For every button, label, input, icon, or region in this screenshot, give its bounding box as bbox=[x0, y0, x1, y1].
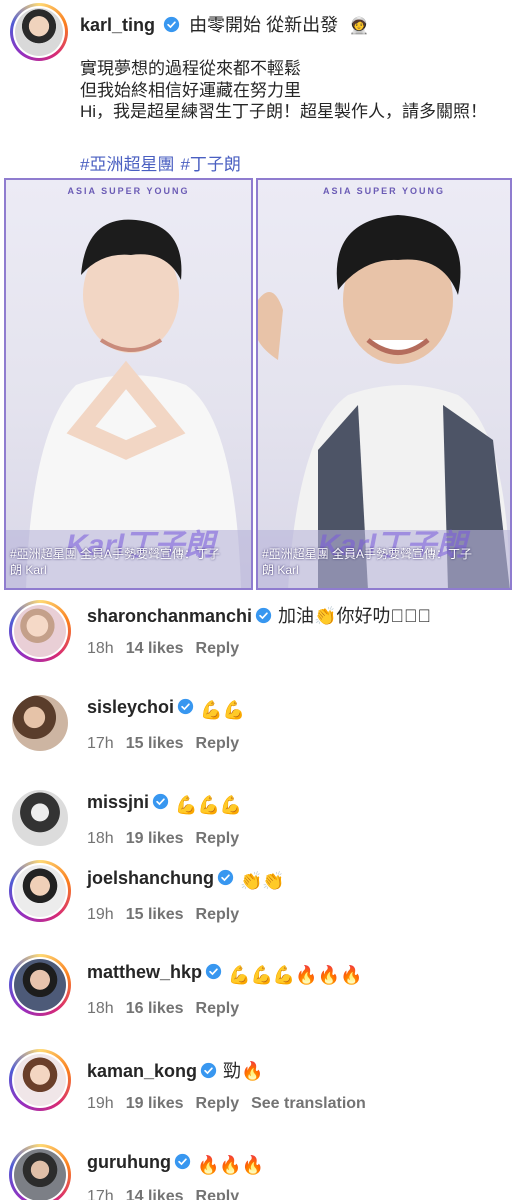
commenter-avatar[interactable] bbox=[12, 790, 68, 846]
reply-button[interactable]: Reply bbox=[196, 1095, 240, 1112]
post-headline: 由零開始 從新出發 bbox=[189, 15, 339, 35]
reply-button[interactable]: Reply bbox=[196, 1000, 240, 1017]
reply-button[interactable]: Reply bbox=[196, 906, 240, 923]
comment-likes[interactable]: 19 likes bbox=[126, 830, 184, 847]
post-caption: 實現夢想的過程從來都不輕鬆 但我始終相信好運藏在努力里 Hi，我是超星練習生丁子… bbox=[80, 58, 487, 123]
caption-line: 實現夢想的過程從來都不輕鬆 bbox=[80, 59, 301, 78]
commenter-username[interactable]: sharonchanmanchi bbox=[87, 606, 252, 626]
poster-caption-line: #亞洲超星團 全員A手勢要聲宣傳：丁子 bbox=[10, 547, 221, 561]
comment-item: matthew_hkp 💪💪💪🔥🔥🔥 18h 16 likes Reply bbox=[0, 954, 514, 1052]
comment-time: 18h bbox=[87, 1000, 114, 1017]
comment-emoji: 💪💪💪🔥🔥🔥 bbox=[228, 965, 363, 985]
comment-text: 勁🔥 bbox=[223, 1061, 264, 1081]
comment-likes[interactable]: 19 likes bbox=[126, 1095, 184, 1112]
comment-time: 18h bbox=[87, 830, 114, 847]
verified-badge-icon bbox=[177, 698, 194, 715]
comment-item: sisleychoi 💪💪 17h 15 likes Reply bbox=[0, 695, 514, 787]
comment-time: 19h bbox=[87, 1095, 114, 1112]
post-image-gallery: ASIA SUPER YOUNG Karl丁子朗 #亞洲超星團 全員A手勢要聲宣… bbox=[0, 178, 514, 590]
comment-emoji: 🔥🔥🔥 bbox=[196, 1155, 265, 1175]
poster-caption-line: 朗 Karl bbox=[10, 563, 47, 577]
commenter-username[interactable]: kaman_kong bbox=[87, 1061, 197, 1081]
post-author-username[interactable]: karl_ting bbox=[80, 15, 155, 35]
person-emoji-icon: 🧑‍🚀 bbox=[349, 18, 370, 35]
reply-button[interactable]: Reply bbox=[196, 1188, 240, 1200]
poster-caption-line: 朗 Karl bbox=[262, 563, 299, 577]
comment-item: guruhung 🔥🔥🔥 17h 14 likes Reply bbox=[0, 1144, 514, 1200]
commenter-username[interactable]: guruhung bbox=[87, 1152, 171, 1172]
commenter-avatar[interactable] bbox=[9, 600, 71, 662]
comment-time: 17h bbox=[87, 1188, 114, 1200]
comment-likes[interactable]: 14 likes bbox=[126, 1188, 184, 1200]
verified-badge-icon bbox=[255, 607, 272, 624]
comment-item: kaman_kong 勁🔥 19h 19 likes Reply See transla… bbox=[0, 1049, 514, 1147]
commenter-username[interactable]: joelshanchung bbox=[87, 868, 214, 888]
commenter-avatar[interactable] bbox=[12, 695, 68, 751]
post-author-avatar[interactable] bbox=[10, 3, 68, 61]
post-hashtags: #亞洲超星團 #丁子朗 bbox=[80, 150, 247, 175]
comment-time: 17h bbox=[87, 735, 114, 752]
hashtag-link[interactable]: #亞洲超星團 bbox=[80, 155, 174, 174]
comment-item: joelshanchung 👏👏 19h 15 likes Reply bbox=[0, 860, 514, 958]
comment-time: 19h bbox=[87, 906, 114, 923]
verified-badge-icon bbox=[174, 1153, 191, 1170]
reply-button[interactable]: Reply bbox=[196, 640, 240, 657]
verified-badge-icon bbox=[217, 869, 234, 886]
reply-button[interactable]: Reply bbox=[196, 830, 240, 847]
comment-likes[interactable]: 15 likes bbox=[126, 735, 184, 752]
post-header: karl_ting 由零開始 從新出發 🧑‍🚀 實現夢想的過程從來都不輕鬆 但我… bbox=[0, 0, 514, 174]
caption-line: 但我始終相信好運藏在努力里 bbox=[80, 80, 301, 100]
verified-badge-icon bbox=[152, 793, 169, 810]
comment-emoji: 💪💪 bbox=[200, 700, 245, 720]
comment-time: 18h bbox=[87, 640, 114, 657]
comment-item: sharonchanmanchi 加油👏你好叻叻🏻🏻 18h 14 likes Rep… bbox=[0, 600, 514, 692]
reply-button[interactable]: Reply bbox=[196, 735, 240, 752]
commenter-avatar[interactable] bbox=[9, 1144, 71, 1200]
poster-caption: #亞洲超星團 全員A手勢要聲宣傳：丁子 朗 Karl bbox=[262, 546, 506, 578]
commenter-username[interactable]: missjni bbox=[87, 792, 149, 812]
comment-emoji: 👏👏 bbox=[240, 871, 285, 891]
post-image[interactable]: ASIA SUPER YOUNG Karl丁子朗 #亞洲超星團 全員A手勢要聲宣… bbox=[4, 178, 253, 590]
comment-likes[interactable]: 16 likes bbox=[126, 1000, 184, 1017]
commenter-username[interactable]: matthew_hkp bbox=[87, 962, 202, 982]
see-translation-link[interactable]: See translation bbox=[251, 1095, 366, 1112]
commenter-avatar[interactable] bbox=[9, 860, 71, 922]
comment-likes[interactable]: 15 likes bbox=[126, 906, 184, 923]
comment-emoji: 💪💪💪 bbox=[175, 795, 243, 815]
commenter-avatar[interactable] bbox=[9, 1049, 71, 1111]
hashtag-link[interactable]: #丁子朗 bbox=[180, 155, 240, 174]
comment-text: 加油👏你好叻叻🏻🏻 bbox=[278, 606, 431, 626]
commenter-username[interactable]: sisleychoi bbox=[87, 697, 174, 717]
verified-badge-icon bbox=[163, 16, 180, 33]
comment-likes[interactable]: 14 likes bbox=[126, 640, 184, 657]
poster-caption-line: #亞洲超星團 全員A手勢要聲宣傳：丁子 bbox=[262, 547, 473, 561]
verified-badge-icon bbox=[200, 1062, 217, 1079]
verified-badge-icon bbox=[205, 963, 222, 980]
post-image[interactable]: ASIA SUPER YOUNG Karl丁子朗 #亞洲超星團 全員A手勢要聲宣… bbox=[256, 178, 512, 590]
poster-caption: #亞洲超星團 全員A手勢要聲宣傳：丁子 朗 Karl bbox=[10, 546, 247, 578]
caption-line: Hi，我是超星練習生丁子朗！超星製作人，請多關照！ bbox=[80, 102, 488, 121]
commenter-avatar[interactable] bbox=[9, 954, 71, 1016]
